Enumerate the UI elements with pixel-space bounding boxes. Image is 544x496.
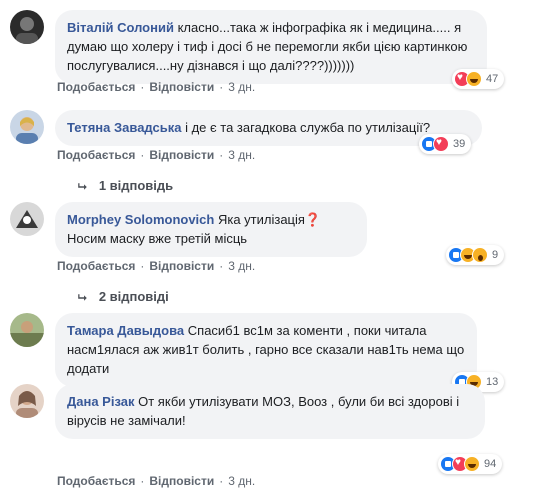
avatar[interactable] bbox=[10, 110, 44, 144]
reaction-summary[interactable]: 94 bbox=[438, 454, 503, 474]
comment-author[interactable]: Тамара Давыдова bbox=[67, 323, 184, 338]
haha-icon bbox=[464, 456, 480, 472]
reply-link[interactable]: Відповісти bbox=[149, 474, 214, 488]
comment-text: і де є та загадкова служба по утилізації… bbox=[185, 120, 431, 135]
replies-label[interactable]: 2 відповіді bbox=[99, 289, 169, 304]
comment-time[interactable]: 3 дн. bbox=[228, 474, 255, 488]
avatar[interactable] bbox=[10, 10, 44, 44]
like-link[interactable]: Подобається bbox=[57, 148, 135, 162]
comment-author[interactable]: Тетяна Завадська bbox=[67, 120, 181, 135]
like-link[interactable]: Подобається bbox=[57, 80, 135, 94]
comment-author[interactable]: Morphey Solomonovich bbox=[67, 212, 214, 227]
like-link[interactable]: Подобається bbox=[57, 259, 135, 273]
reaction-count: 47 bbox=[486, 73, 499, 85]
like-link[interactable]: Подобається bbox=[57, 474, 135, 488]
comment-time[interactable]: 3 дн. bbox=[228, 80, 255, 94]
reply-link[interactable]: Відповісти bbox=[149, 259, 214, 273]
reaction-count: 39 bbox=[453, 138, 466, 150]
avatar[interactable] bbox=[10, 384, 44, 418]
reaction-count: 94 bbox=[484, 458, 497, 470]
view-replies-link[interactable]: ⮡ 1 відповідь bbox=[78, 178, 173, 194]
reaction-count: 13 bbox=[486, 376, 499, 388]
reaction-summary[interactable]: 39 bbox=[419, 134, 472, 154]
reply-arrow-icon: ⮡ bbox=[78, 181, 87, 193]
comment-actions: Подобається · Відповісти · 3 дн. bbox=[57, 474, 256, 488]
reply-link[interactable]: Відповісти bbox=[149, 148, 214, 162]
comment-time[interactable]: 3 дн. bbox=[228, 148, 255, 162]
comment-bubble: Дана Різак От якби утилізувати МОЗ, Вооз… bbox=[55, 384, 485, 439]
comment-author[interactable]: Віталій Солоний bbox=[67, 20, 174, 35]
wow-icon bbox=[472, 247, 488, 263]
comment-time[interactable]: 3 дн. bbox=[228, 259, 255, 273]
comment-actions: Подобається · Відповісти · 3 дн. bbox=[57, 80, 256, 94]
comment-actions: Подобається · Відповісти · 3 дн. bbox=[57, 148, 256, 162]
comment-bubble: Morphey Solomonovich Яка утилізація❓ Нос… bbox=[55, 202, 367, 257]
reaction-count: 9 bbox=[492, 249, 499, 261]
avatar[interactable] bbox=[10, 313, 44, 347]
view-replies-link[interactable]: ⮡ 2 відповіді bbox=[78, 289, 169, 305]
comment-actions: Подобається · Відповісти · 3 дн. bbox=[57, 259, 256, 273]
comment-author[interactable]: Дана Різак bbox=[67, 394, 135, 409]
comment-bubble: Тамара Давыдова Спасиб1 вс1м за коменти … bbox=[55, 313, 477, 387]
avatar[interactable] bbox=[10, 202, 44, 236]
heart-icon bbox=[433, 136, 449, 152]
reaction-summary[interactable]: 47 bbox=[452, 69, 505, 89]
reply-arrow-icon: ⮡ bbox=[78, 292, 87, 304]
reaction-summary[interactable]: 9 bbox=[446, 245, 505, 265]
reply-link[interactable]: Відповісти bbox=[149, 80, 214, 94]
comment-bubble: Тетяна Завадська і де є та загадкова слу… bbox=[55, 110, 482, 146]
haha-icon bbox=[466, 71, 482, 87]
replies-label[interactable]: 1 відповідь bbox=[99, 178, 173, 193]
comment-bubble: Віталій Солоний класно...така ж інфограф… bbox=[55, 10, 487, 84]
